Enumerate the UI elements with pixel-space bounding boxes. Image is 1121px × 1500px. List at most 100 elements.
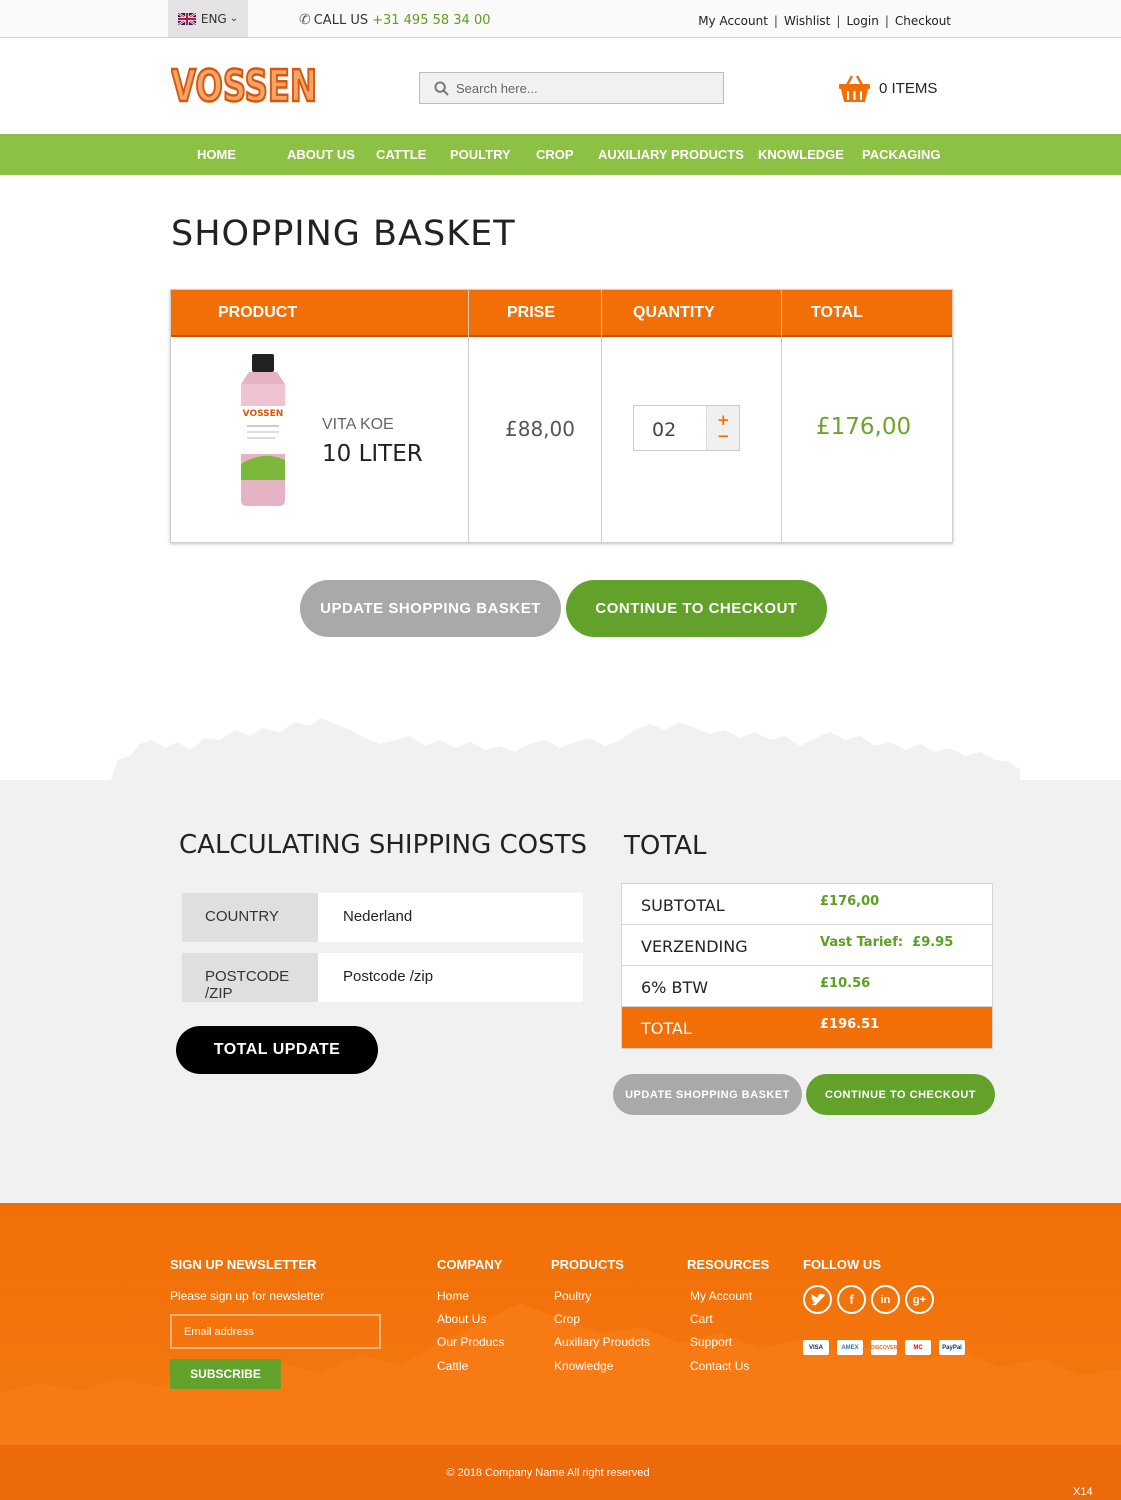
- separator: |: [773, 14, 778, 28]
- company-title: COMPANY: [437, 1257, 503, 1272]
- wishlist-link[interactable]: Wishlist: [784, 14, 830, 28]
- country-field[interactable]: COUNTRY Nederland: [182, 893, 583, 942]
- uk-flag-icon: [177, 12, 196, 25]
- top-bar: ENG ⌄ ✆ CALL US +31 495 58 34 00 My Acco…: [0, 0, 1121, 38]
- subtotal-value: £176,00: [820, 894, 880, 909]
- svg-text:VOSSEN: VOSSEN: [243, 409, 284, 419]
- paypal-icon: PayPal: [939, 1340, 965, 1355]
- nav-knowledge[interactable]: KNOWLEDGE: [758, 147, 844, 162]
- grand-total-value: £196.51: [820, 1017, 880, 1032]
- product-image[interactable]: VOSSEN: [235, 354, 291, 506]
- footer-link-cart[interactable]: Cart: [690, 1312, 713, 1326]
- minus-icon[interactable]: −: [717, 427, 730, 445]
- visa-icon: VISA: [803, 1340, 829, 1355]
- google-plus-icon[interactable]: g+: [905, 1285, 934, 1314]
- quantity-stepper[interactable]: 02 + −: [633, 405, 740, 451]
- newsletter-title: SIGN UP NEWSLETTER: [170, 1257, 317, 1272]
- amex-icon: AMEX: [837, 1340, 863, 1355]
- mastercard-icon: MC: [905, 1340, 931, 1355]
- checkout-link[interactable]: Checkout: [895, 14, 951, 28]
- quantity-value[interactable]: 02: [652, 419, 676, 441]
- language-selector[interactable]: ENG ⌄: [168, 0, 248, 37]
- continue-checkout-button[interactable]: CONTINUE TO CHECKOUT: [566, 580, 827, 637]
- corner-label: X14: [1073, 1486, 1093, 1498]
- email-field[interactable]: [170, 1314, 381, 1349]
- cart-items-count: 0 ITEMS: [879, 79, 938, 97]
- linkedin-icon[interactable]: in: [871, 1285, 900, 1314]
- postcode-label: POSTCODE /ZIP: [182, 953, 318, 1002]
- search-input[interactable]: [456, 80, 696, 96]
- footer-link-support[interactable]: Support: [690, 1335, 732, 1349]
- tax-row: 6% BTW £10.56: [622, 966, 992, 1007]
- language-label: ENG: [200, 11, 227, 26]
- account-links: My Account | Wishlist | Login | Checkout: [698, 14, 951, 28]
- totals-table: SUBTOTAL £176,00 VERZENDING Vast Tarief:…: [621, 883, 993, 1049]
- tax-label: 6% BTW: [641, 978, 709, 997]
- chevron-down-icon: ⌄: [229, 13, 239, 24]
- footer-link-poultry[interactable]: Poultry: [554, 1289, 591, 1303]
- login-link[interactable]: Login: [846, 14, 878, 28]
- column-price: PRISE: [507, 304, 556, 321]
- product-name[interactable]: VITA KOE: [322, 416, 394, 434]
- phone-icon: ✆: [299, 12, 311, 28]
- logo-text: VOSSEN: [171, 61, 317, 107]
- footer-link-my-account[interactable]: My Account: [690, 1289, 752, 1303]
- phone-number[interactable]: +31 495 58 34 00: [372, 13, 490, 28]
- footer-link-auxiliary-products[interactable]: Auxiliary Proudcts: [554, 1335, 650, 1349]
- shipping-title: CALCULATING SHIPPING COSTS: [179, 830, 587, 860]
- column-divider: [601, 290, 602, 542]
- totals-title: TOTAL: [624, 831, 707, 861]
- discover-icon: DISCOVER: [871, 1340, 897, 1355]
- footer-link-crop[interactable]: Crop: [554, 1312, 580, 1326]
- nav-cattle[interactable]: CATTLE: [376, 147, 426, 162]
- postcode-field[interactable]: POSTCODE /ZIP Postcode /zip: [182, 953, 583, 1002]
- products-title: PRODUCTS: [551, 1257, 624, 1272]
- cart-summary[interactable]: 0 ITEMS: [838, 73, 937, 103]
- twitter-icon[interactable]: [803, 1285, 832, 1314]
- nav-packaging[interactable]: PACKAGING: [862, 147, 940, 162]
- update-basket-button-small[interactable]: UPDATE SHOPPING BASKET: [613, 1074, 802, 1115]
- mountain-silhouette: [110, 718, 1020, 782]
- country-label: COUNTRY: [182, 893, 318, 942]
- footer: SIGN UP NEWSLETTER Please sign up for ne…: [0, 1203, 1121, 1500]
- search-bar[interactable]: [419, 72, 724, 104]
- newsletter-text: Please sign up for newsletter: [170, 1289, 325, 1303]
- column-quantity: QUANTITY: [633, 304, 715, 321]
- column-divider: [468, 290, 469, 542]
- separator: |: [884, 14, 889, 28]
- product-size: 10 LITER: [322, 441, 423, 467]
- resources-title: RESOURCES: [687, 1257, 770, 1272]
- vossen-logo[interactable]: VOSSEN: [171, 59, 317, 107]
- total-update-button[interactable]: TOTAL UPDATE: [176, 1026, 378, 1074]
- footer-link-our-products[interactable]: Our Producs: [437, 1335, 504, 1349]
- nav-auxiliary-products[interactable]: AUXILIARY PRODUCTS: [598, 147, 744, 162]
- country-value[interactable]: Nederland: [343, 908, 412, 925]
- footer-link-cattle[interactable]: Cattle: [437, 1359, 468, 1373]
- continue-checkout-button-small[interactable]: CONTINUE TO CHECKOUT: [806, 1074, 995, 1115]
- nav-poultry[interactable]: POULTRY: [450, 147, 511, 162]
- quantity-buttons: + −: [706, 406, 739, 450]
- footer-link-contact-us[interactable]: Contact Us: [690, 1359, 749, 1373]
- copyright-text: © 2018 Company Name All right reserved: [446, 1467, 650, 1479]
- footer-link-about-us[interactable]: About Us: [437, 1312, 486, 1326]
- column-divider: [781, 290, 782, 542]
- shipping-label: VERZENDING: [641, 937, 748, 956]
- main-nav: HOME ABOUT US CATTLE POULTRY CROP AUXILI…: [0, 134, 1121, 175]
- basket-table: PRODUCT PRISE QUANTITY TOTAL VOSSEN VITA…: [170, 289, 953, 543]
- nav-about-us[interactable]: ABOUT US: [287, 147, 355, 162]
- update-basket-button[interactable]: UPDATE SHOPPING BASKET: [300, 580, 561, 637]
- my-account-link[interactable]: My Account: [698, 14, 768, 28]
- facebook-icon[interactable]: f: [837, 1285, 866, 1314]
- nav-crop[interactable]: CROP: [536, 147, 574, 162]
- postcode-input[interactable]: Postcode /zip: [343, 968, 433, 985]
- page-title: SHOPPING BASKET: [171, 214, 516, 254]
- grand-total-row: TOTAL £196.51: [622, 1007, 992, 1048]
- table-header: PRODUCT PRISE QUANTITY TOTAL: [171, 290, 952, 337]
- subscribe-button[interactable]: SUBSCRIBE: [170, 1359, 281, 1389]
- footer-link-knowledge[interactable]: Knowledge: [554, 1359, 613, 1373]
- tax-value: £10.56: [820, 976, 871, 991]
- footer-link-home[interactable]: Home: [437, 1289, 469, 1303]
- column-product: PRODUCT: [218, 304, 298, 321]
- nav-home[interactable]: HOME: [197, 147, 236, 162]
- grand-total-label: TOTAL: [641, 1019, 692, 1038]
